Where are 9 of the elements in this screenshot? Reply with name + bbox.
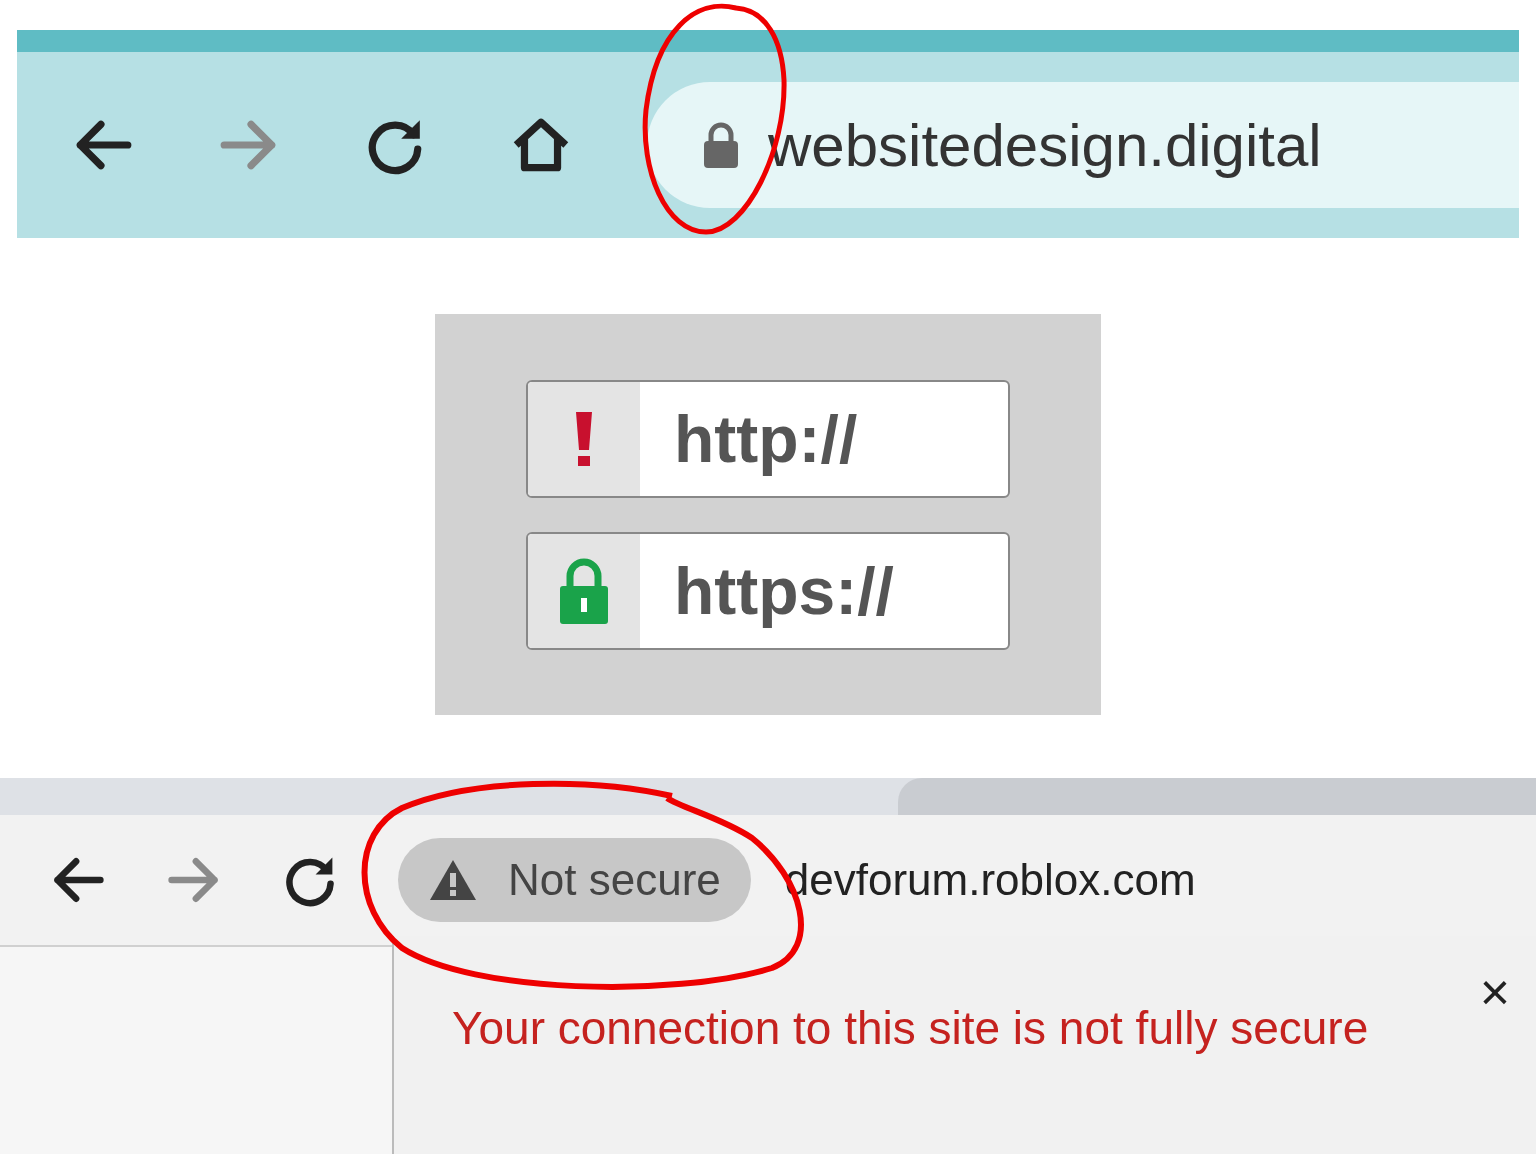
lock-icon — [559, 557, 609, 624]
protocol-text: https:// — [673, 552, 894, 630]
close-button[interactable]: × — [1473, 962, 1516, 1022]
security-chip[interactable]: Not secure — [398, 838, 751, 922]
warning-message: Your connection to this site is not fully secure — [452, 1001, 1370, 1056]
exclamation-icon — [574, 411, 594, 466]
protocol-text: http:// — [673, 400, 858, 478]
lock-icon — [702, 121, 740, 169]
warning-icon — [428, 858, 478, 902]
